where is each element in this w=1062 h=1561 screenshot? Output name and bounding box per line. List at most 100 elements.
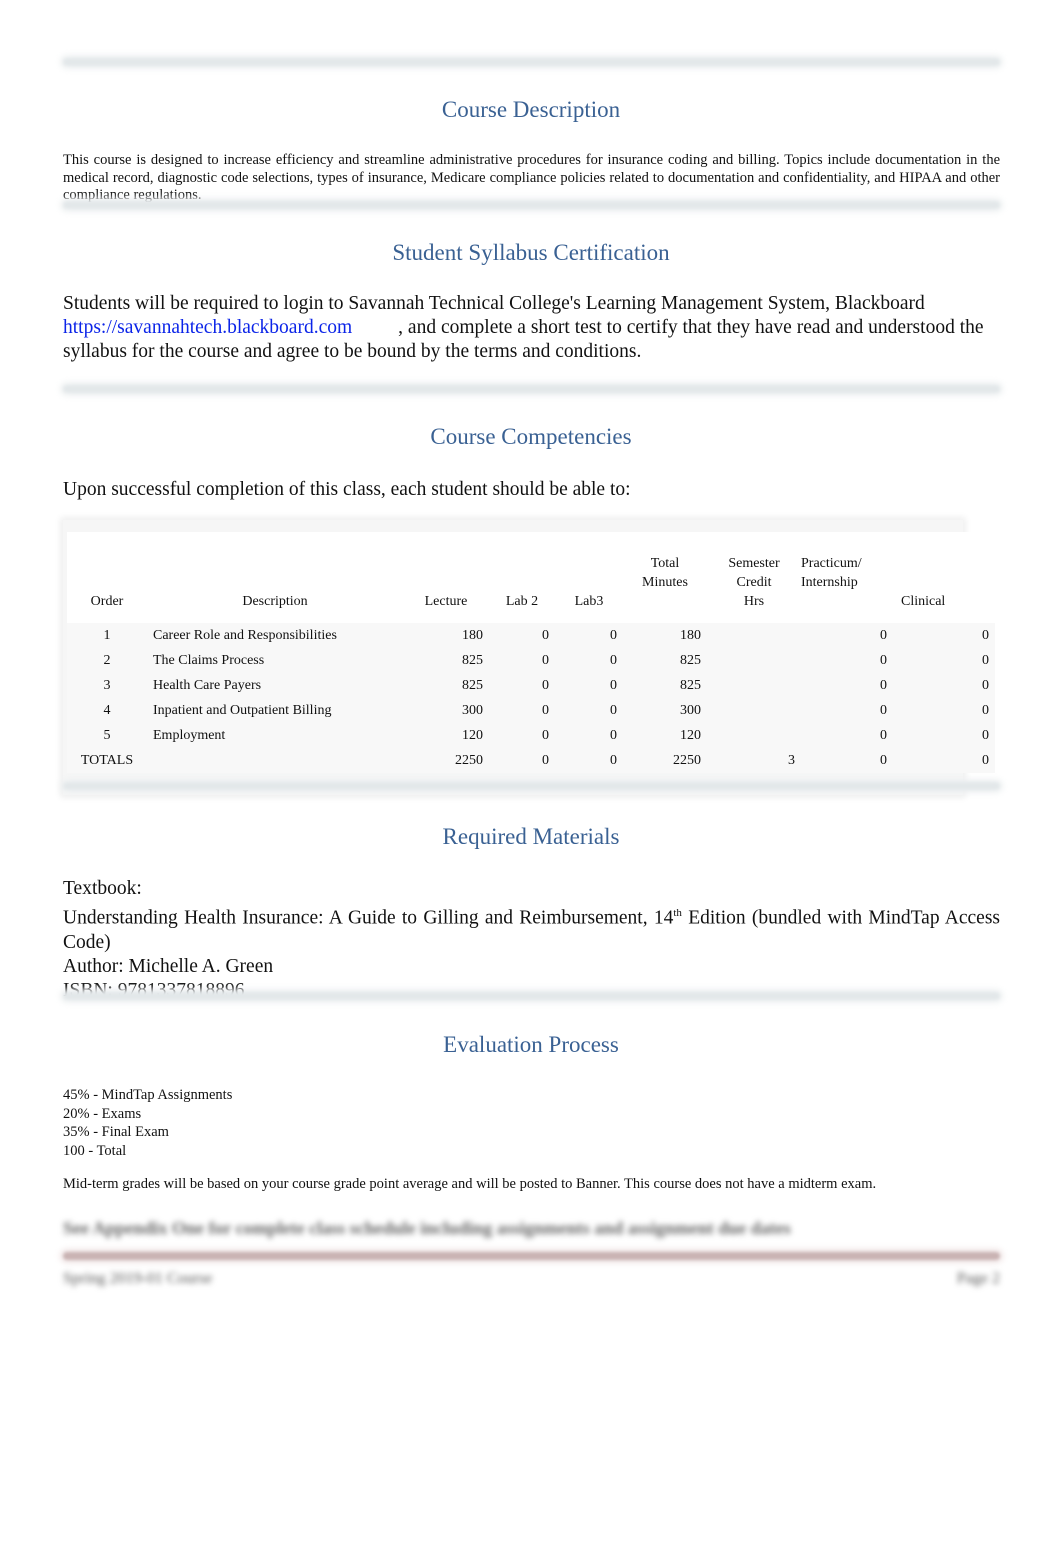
cell-clinical: 0: [893, 698, 995, 723]
footer-page-number: Page 2: [956, 1270, 1000, 1287]
textbook-label: Textbook:: [63, 878, 142, 899]
competencies-table: Order Description Lecture Lab 2 Lab3 Tot…: [67, 532, 995, 773]
evaluation-item: 20% - Exams: [63, 1105, 142, 1122]
required-materials-heading: Required Materials: [442, 824, 620, 849]
certification-text-before: Students will be required to login to Sa…: [63, 293, 925, 314]
syllabus-certification-text: Students will be required to login to Sa…: [63, 292, 1000, 364]
header-lab2: Lab 2: [489, 532, 555, 623]
cell-lecture: 825: [403, 673, 489, 698]
required-materials-text: Textbook: Understanding Health Insurance…: [63, 877, 1000, 1003]
header-semester-credit-hrs: Semester Credit Hrs: [707, 532, 801, 623]
header-order: Order: [67, 532, 147, 623]
header-clinical: Clinical: [893, 532, 995, 623]
evaluation-item: 100 - Total: [63, 1142, 127, 1159]
cell-lab3: 0: [555, 673, 623, 698]
header-lecture: Lecture: [403, 532, 489, 623]
cell-lab2: 0: [489, 623, 555, 648]
competencies-intro: Upon successful completion of this class…: [63, 479, 631, 500]
table-row: 2 The Claims Process 825 0 0 825 0 0: [67, 648, 995, 673]
cell-total: 120: [623, 723, 707, 748]
cell-description: The Claims Process: [147, 648, 403, 673]
header-lab3: Lab3: [555, 532, 623, 623]
course-description-text: This course is designed to increase effi…: [63, 152, 1000, 203]
textbook-title: Understanding Health Insurance: A Guide …: [63, 907, 1001, 953]
cell-order: 3: [67, 673, 147, 698]
cell-clinical: 0: [893, 723, 995, 748]
cell-lecture: 300: [403, 698, 489, 723]
cell-practicum: 0: [801, 723, 893, 748]
cell-credit: [707, 648, 801, 673]
textbook-author: Author: Michelle A. Green: [63, 955, 274, 977]
cell-lab2: 0: [489, 673, 555, 698]
cell-lab3: 0: [555, 748, 623, 773]
table-row: 4 Inpatient and Outpatient Billing 300 0 0 30…: [67, 698, 995, 723]
section-divider: [63, 201, 1000, 209]
header-practicum-internship: Practicum/ Internship: [801, 532, 893, 623]
footer-left: Spring 2019-01 Course: [63, 1270, 213, 1287]
table-row: 1 Career Role and Responsibilities 180 0 0 18…: [67, 623, 995, 648]
table-row: TOTALS 2250 0 0 2250 3 0 0: [67, 748, 995, 773]
cell-lab3: 0: [555, 623, 623, 648]
cell-lab3: 0: [555, 723, 623, 748]
cell-description: Inpatient and Outpatient Billing: [147, 698, 403, 723]
cell-lecture: 180: [403, 623, 489, 648]
footer-divider: [63, 1252, 1000, 1260]
cell-description: [147, 748, 403, 773]
course-competencies-heading: Course Competencies: [430, 424, 632, 449]
cell-lab2: 0: [489, 723, 555, 748]
cell-description: Health Care Payers: [147, 673, 403, 698]
cell-lab2: 0: [489, 748, 555, 773]
cell-practicum: 0: [801, 623, 893, 648]
cell-clinical: 0: [893, 648, 995, 673]
cell-credit: [707, 673, 801, 698]
cell-total: 2250: [623, 748, 707, 773]
cell-order: 4: [67, 698, 147, 723]
obscured-schedule-line: See Appendix One for complete class sche…: [63, 1218, 791, 1238]
cell-practicum: 0: [801, 698, 893, 723]
section-divider: [63, 58, 1000, 66]
section-divider: [63, 782, 1000, 790]
cell-total: 300: [623, 698, 707, 723]
cell-clinical: 0: [893, 748, 995, 773]
cell-lecture: 825: [403, 648, 489, 673]
evaluation-item: 45% - MindTap Assignments: [63, 1087, 233, 1103]
evaluation-process-heading: Evaluation Process: [443, 1032, 619, 1057]
cell-description: Employment: [147, 723, 403, 748]
cell-order: 1: [67, 623, 147, 648]
cell-total: 180: [623, 623, 707, 648]
cell-credit: [707, 723, 801, 748]
evaluation-item: 35% - Final Exam: [63, 1124, 169, 1140]
cell-lab2: 0: [489, 648, 555, 673]
cell-lab3: 0: [555, 648, 623, 673]
cell-order: TOTALS: [67, 748, 147, 773]
cell-lecture: 2250: [403, 748, 489, 773]
header-description: Description: [147, 532, 403, 623]
syllabus-certification-heading: Student Syllabus Certification: [392, 240, 670, 265]
cell-lab3: 0: [555, 698, 623, 723]
header-total-minutes: Total Minutes: [623, 532, 707, 623]
cell-total: 825: [623, 648, 707, 673]
midterm-note: Mid-term grades will be based on your co…: [63, 1176, 877, 1192]
cell-credit: [707, 623, 801, 648]
cell-clinical: 0: [893, 673, 995, 698]
evaluation-list: 45% - MindTap Assignments 20% - Exams 35…: [63, 1086, 1000, 1160]
cell-lab2: 0: [489, 698, 555, 723]
cell-description: Career Role and Responsibilities: [147, 623, 403, 648]
cell-clinical: 0: [893, 623, 995, 648]
section-divider: [63, 385, 1000, 393]
cell-order: 5: [67, 723, 147, 748]
cell-order: 2: [67, 648, 147, 673]
cell-practicum: 0: [801, 748, 893, 773]
cell-credit: [707, 698, 801, 723]
course-description-heading: Course Description: [441, 97, 621, 122]
table-row: 3 Health Care Payers 825 0 0 825 0 0: [67, 673, 995, 698]
cell-credit: 3: [707, 748, 801, 773]
table-row: 5 Employment 120 0 0 120 0 0: [67, 723, 995, 748]
section-divider: [63, 992, 1000, 1000]
cell-lecture: 120: [403, 723, 489, 748]
table-header-row: Order Description Lecture Lab 2 Lab3 Tot…: [67, 532, 995, 623]
cell-practicum: 0: [801, 648, 893, 673]
blackboard-link[interactable]: https://savannahtech.blackboard.com: [63, 317, 352, 338]
cell-total: 825: [623, 673, 707, 698]
cell-practicum: 0: [801, 673, 893, 698]
